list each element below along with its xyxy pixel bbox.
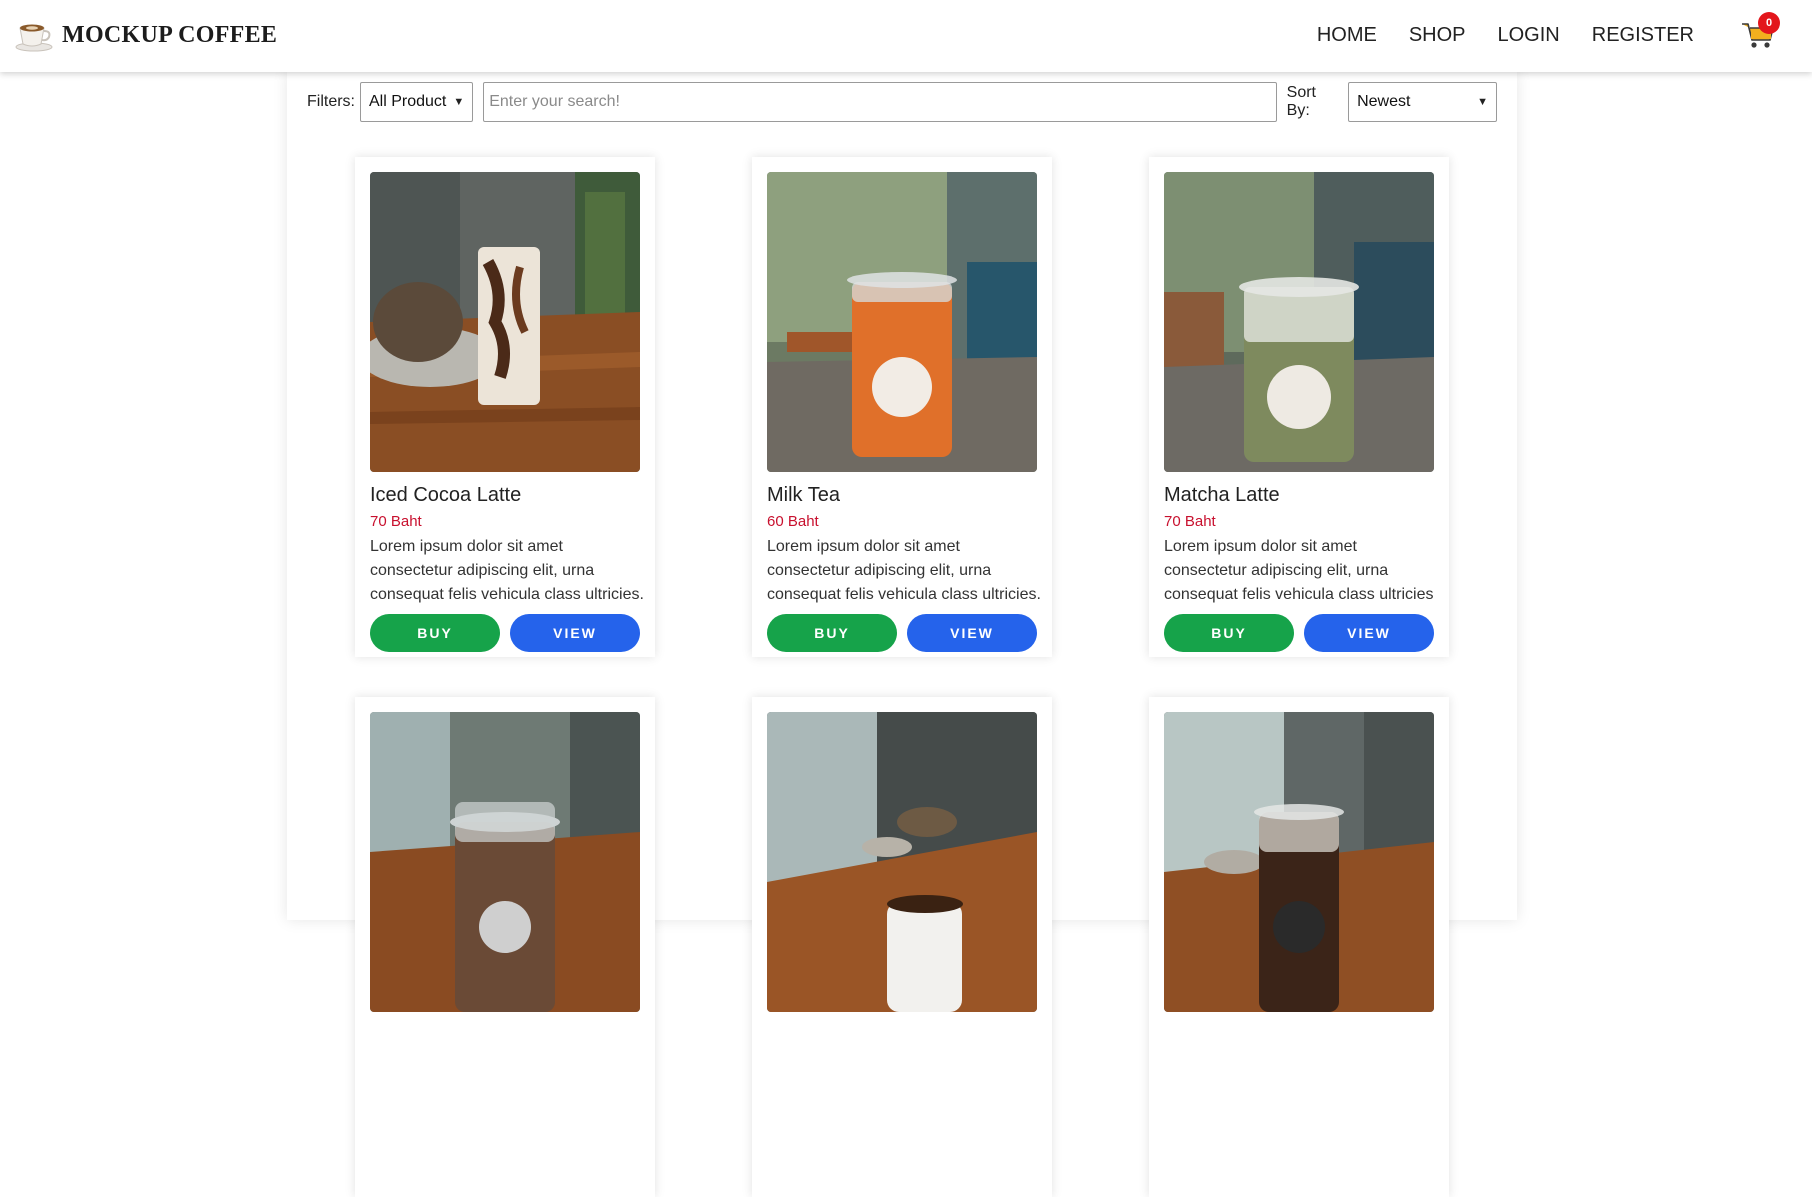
product-card [1149,697,1449,1197]
nav-home-link[interactable]: HOME [1317,24,1377,47]
main-nav: HOME SHOP LOGIN REGISTER [1317,24,1694,47]
buy-button[interactable]: BUY [767,614,897,652]
product-image-iced-cocoa-latte[interactable] [370,172,640,472]
product-description: Lorem ipsum dolor sit amet consectetur a… [1164,538,1434,603]
view-button[interactable]: VIEW [1304,614,1434,652]
cart-button[interactable]: 0 [1740,12,1780,52]
product-image-milk-tea[interactable] [767,172,1037,472]
product-image[interactable] [1164,712,1434,1012]
shop-content: Filters: All Product ▼ Enter your search… [287,72,1517,1197]
brand[interactable]: MOCKUP COFFEE [14,18,277,52]
product-card [355,697,655,1197]
product-name: Matcha Latte [1164,484,1280,506]
product-photo [1164,172,1434,472]
product-card [752,697,1052,1197]
product-name: Milk Tea [767,484,840,506]
chevron-down-icon: ▼ [453,96,465,108]
sort-select[interactable]: Newest ▼ [1348,82,1497,122]
product-photo [1164,712,1434,1012]
buy-button[interactable]: BUY [370,614,500,652]
product-image[interactable] [767,712,1037,1012]
view-button[interactable]: VIEW [907,614,1037,652]
product-photo [370,712,640,1012]
search-placeholder: Enter your search! [489,93,620,110]
product-card: Matcha Latte 70 Baht Lorem ipsum dolor s… [1149,157,1449,657]
sort-value: Newest [1357,93,1411,110]
category-filter-select[interactable]: All Product ▼ [360,82,474,122]
product-photo [767,712,1037,1012]
category-filter-value: All Product [369,93,447,110]
product-description: Lorem ipsum dolor sit amet consectetur a… [370,538,644,603]
product-card: Milk Tea 60 Baht Lorem ipsum dolor sit a… [752,157,1052,657]
product-name: Iced Cocoa Latte [370,484,522,506]
product-price: 70 Baht [370,513,422,530]
buy-button[interactable]: BUY [1164,614,1294,652]
product-price: 60 Baht [767,513,819,530]
product-card: Iced Cocoa Latte 70 Baht Lorem ipsum dol… [355,157,655,657]
product-photo [767,172,1037,472]
brand-name: MOCKUP COFFEE [62,21,278,48]
product-image[interactable] [370,712,640,1012]
nav-register-link[interactable]: REGISTER [1592,24,1694,47]
nav-shop-link[interactable]: SHOP [1409,24,1466,47]
product-description: Lorem ipsum dolor sit amet consectetur a… [767,538,1041,603]
top-navbar: MOCKUP COFFEE HOME SHOP LOGIN REGISTER 0 [0,0,1812,72]
product-photo [370,172,640,472]
filters-label: Filters: [307,93,355,110]
view-button[interactable]: VIEW [510,614,640,652]
search-input[interactable]: Enter your search! [483,82,1277,122]
cart-count-badge: 0 [1758,12,1780,34]
filter-bar: Filters: All Product ▼ Enter your search… [307,82,1497,122]
product-price: 70 Baht [1164,513,1216,530]
coffee-cup-logo-icon [15,24,53,52]
sort-label: Sort By: [1286,84,1316,119]
nav-login-link[interactable]: LOGIN [1498,24,1560,47]
chevron-down-icon: ▼ [1477,96,1488,108]
product-image-matcha-latte[interactable] [1164,172,1434,472]
